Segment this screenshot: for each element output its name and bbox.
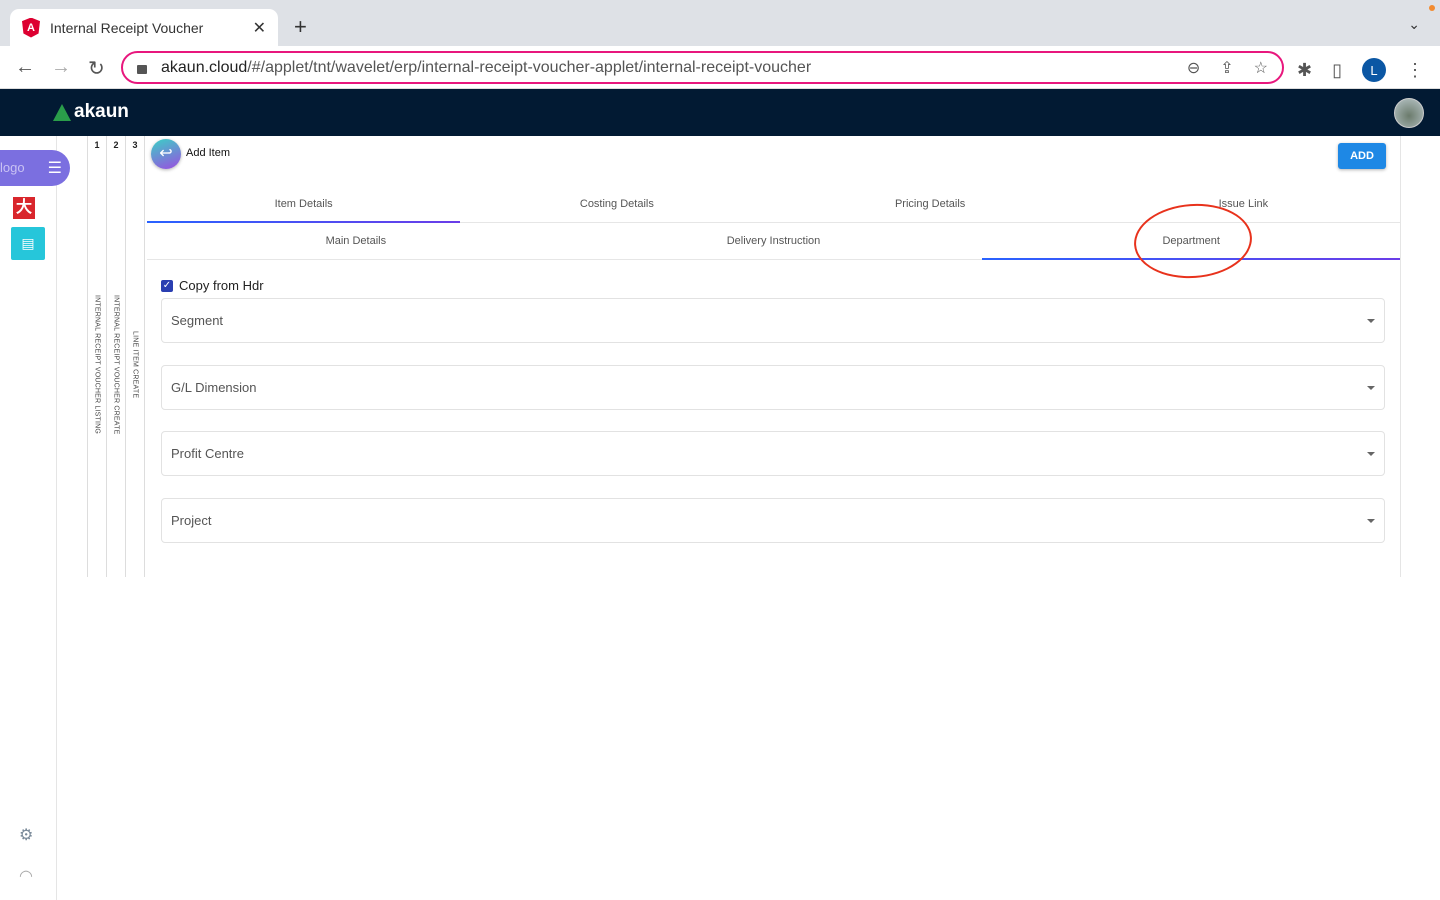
breadcrumb-item[interactable]: 2 INTERNAL RECEIPT VOUCHER CREATE [107, 136, 126, 577]
checkbox-label: Copy from Hdr [179, 278, 264, 293]
akaun-logo[interactable]: akaun [53, 101, 129, 123]
more-menu-icon[interactable]: ⋮ [1406, 60, 1424, 81]
side-panel-icon[interactable]: ▯ [1332, 60, 1342, 81]
segment-select[interactable]: Segment [161, 298, 1385, 343]
new-tab-icon[interactable]: + [294, 14, 307, 40]
star-icon[interactable]: ☆ [1254, 58, 1268, 78]
app-icon-red[interactable]: 大 [13, 197, 35, 219]
checkbox-checked-icon[interactable]: ✓ [161, 279, 173, 292]
dropdown-arrow-icon [1367, 318, 1375, 323]
tab-item-details[interactable]: Item Details [147, 186, 461, 223]
crumb-number: 3 [132, 140, 138, 150]
breadcrumb-item[interactable]: 1 INTERNAL RECEIPT VOUCHER LISTING [88, 136, 107, 577]
tab-delivery-instruction[interactable]: Delivery Instruction [565, 223, 983, 259]
crumb-label: INTERNAL RECEIPT VOUCHER LISTING [93, 295, 101, 435]
project-select[interactable]: Project [161, 498, 1385, 543]
crumb-number: 2 [113, 140, 119, 150]
menu-toggle-icon[interactable]: ☰ [48, 158, 62, 178]
breadcrumb: 1 INTERNAL RECEIPT VOUCHER LISTING 2 INTER… [87, 136, 145, 577]
profit-centre-select[interactable]: Profit Centre [161, 431, 1385, 476]
browser-toolbar: ← → ↻ akaun.cloud/#/applet/tnt/wavelet/e… [0, 46, 1440, 89]
crumb-label: LINE ITEM CREATE [131, 331, 139, 399]
add-item-panel: ↩ Add Item ADD Item Details Costing Deta… [145, 136, 1401, 577]
list-app-icon[interactable]: ▤ [11, 227, 45, 260]
tab-costing-details[interactable]: Costing Details [460, 186, 773, 222]
angular-icon: A [22, 17, 40, 38]
lock-icon [137, 65, 147, 74]
address-bar[interactable]: akaun.cloud/#/applet/tnt/wavelet/erp/int… [121, 51, 1284, 84]
brand-name: akaun [74, 101, 129, 122]
tab-search-chevron-icon[interactable]: ⌄ [1408, 16, 1420, 33]
breadcrumb-item[interactable]: 3 LINE ITEM CREATE [126, 136, 145, 577]
browser-tab-bar: A Internal Receipt Voucher ✕ + ⌄ [0, 0, 1440, 46]
forward-icon[interactable]: → [51, 56, 71, 79]
page-title: Add Item [186, 147, 231, 159]
tab-title: Internal Receipt Voucher [50, 19, 204, 36]
crumb-number: 1 [94, 140, 100, 150]
crumb-label: INTERNAL RECEIPT VOUCHER CREATE [112, 295, 120, 435]
dropdown-arrow-icon [1367, 385, 1375, 390]
url-host: akaun.cloud [161, 58, 248, 76]
url-path: /#/applet/tnt/wavelet/erp/internal-recei… [247, 58, 812, 76]
add-button[interactable]: ADD [1338, 143, 1386, 169]
extensions-icon[interactable]: ✱ [1297, 60, 1312, 81]
field-label: Segment [171, 313, 224, 328]
profile-avatar[interactable]: L [1362, 58, 1386, 82]
field-label: Project [171, 513, 212, 528]
back-button[interactable]: ↩ [151, 139, 181, 169]
app-header: akaun [0, 89, 1440, 136]
copy-from-hdr-checkbox[interactable]: ✓ Copy from Hdr [161, 278, 264, 293]
field-label: Profit Centre [171, 446, 244, 461]
gl-dimension-select[interactable]: G/L Dimension [161, 365, 1385, 410]
update-dot-icon [1429, 5, 1435, 11]
dropdown-arrow-icon [1367, 451, 1375, 456]
settings-gear-icon[interactable]: ⚙ [19, 825, 33, 845]
sidebar-logo[interactable]: logo ☰ [0, 150, 70, 186]
user-icon[interactable]: ◠ [19, 866, 33, 886]
akaun-logo-icon [53, 103, 71, 121]
share-icon[interactable]: ⇪ [1220, 58, 1233, 78]
reply-arrow-icon: ↩ [159, 145, 173, 162]
logo-alt-text: logo [0, 160, 25, 175]
zoom-out-icon[interactable]: ⊖ [1187, 58, 1200, 78]
back-icon[interactable]: ← [15, 56, 35, 79]
reload-icon[interactable]: ↻ [88, 56, 105, 81]
tab-main-details[interactable]: Main Details [147, 223, 565, 259]
dropdown-arrow-icon [1367, 518, 1375, 523]
browser-tab[interactable]: A Internal Receipt Voucher ✕ [10, 9, 278, 46]
close-tab-icon[interactable]: ✕ [253, 18, 266, 38]
sidebar: logo ☰ 大 ▤ ⚙ ◠ [0, 136, 70, 900]
tab-pricing-details[interactable]: Pricing Details [774, 186, 1087, 222]
field-label: G/L Dimension [171, 380, 257, 395]
tab-issue-link[interactable]: Issue Link [1087, 186, 1400, 222]
user-avatar[interactable] [1394, 98, 1424, 128]
